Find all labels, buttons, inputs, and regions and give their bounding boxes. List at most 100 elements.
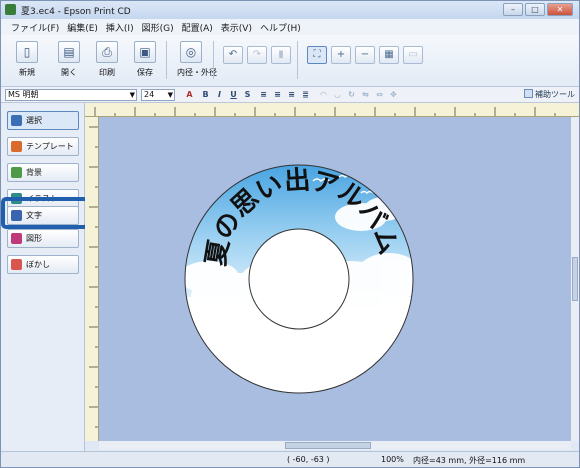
sidebar-item-background[interactable]: 背景: [7, 163, 79, 182]
save-button[interactable]: ▣ 保存: [131, 41, 159, 78]
printer-icon: ⎙: [96, 41, 118, 63]
horizontal-scrollbar[interactable]: [99, 441, 571, 450]
new-button[interactable]: ▯ 新規: [13, 41, 41, 78]
zoom-level: 100%: [381, 455, 404, 464]
open-button[interactable]: ▤ 開く: [55, 41, 83, 78]
template-icon: [11, 141, 22, 152]
chevron-down-icon: ▼: [129, 91, 135, 99]
horizontal-ruler: [85, 103, 579, 117]
font-value: MS 明朝: [8, 90, 39, 99]
background-icon: [11, 167, 22, 178]
vertical-ruler: [85, 117, 99, 441]
status-bar: ( -60, -63 ) 100% 内径=43 mm, 外径=116 mm: [1, 451, 579, 467]
sidebar-item-blur[interactable]: ぼかし: [7, 255, 79, 274]
font-color-icon[interactable]: A: [183, 89, 196, 101]
title-bar: 夏3.ec4 - Epson Print CD – □ ✕: [1, 1, 579, 19]
sidebar-item-label: テンプレート: [26, 142, 74, 151]
font-size-select[interactable]: 24 ▼: [141, 89, 175, 101]
tool-sidebar: 選択 テンプレート 背景 イラスト 文字 図形 ぼかし: [1, 103, 85, 455]
blur-icon: [11, 259, 22, 270]
cd-label-preview[interactable]: 夏の思い出アルバム: [99, 117, 571, 441]
disc-hole: [248, 228, 350, 330]
cursor-coordinates: ( -60, -63 ): [287, 455, 330, 464]
menu-arrange[interactable]: 配置(A): [178, 19, 217, 35]
menu-shape[interactable]: 図形(G): [138, 19, 178, 35]
maximize-button[interactable]: □: [525, 3, 545, 16]
undo-icon[interactable]: ↶: [223, 46, 243, 64]
toolbar-separator: [213, 41, 214, 79]
diameter-button[interactable]: ◎ 内径・外径: [177, 41, 217, 78]
new-label: 新規: [19, 68, 35, 77]
bold-icon[interactable]: B: [199, 89, 212, 101]
align-left-icon[interactable]: ≡: [257, 89, 270, 101]
rotate-icon[interactable]: ↻: [345, 89, 358, 101]
distribute-icon[interactable]: ⇔: [373, 89, 386, 101]
font-size-value: 24: [144, 90, 155, 99]
design-canvas[interactable]: 夏の思い出アルバム: [99, 117, 571, 441]
window-title: 夏3.ec4 - Epson Print CD: [21, 7, 131, 17]
menu-edit[interactable]: 編集(E): [63, 19, 102, 35]
sidebar-item-label: ぼかし: [26, 260, 50, 269]
strike-icon[interactable]: S: [241, 89, 254, 101]
open-label: 開く: [61, 68, 77, 77]
align-right-icon[interactable]: ≡: [285, 89, 298, 101]
print-button[interactable]: ⎙ 印刷: [93, 41, 121, 78]
vertical-scroll-thumb[interactable]: [572, 257, 578, 301]
new-file-icon: ▯: [16, 41, 38, 63]
open-folder-icon: ▤: [58, 41, 80, 63]
window-controls: – □ ✕: [503, 3, 573, 16]
assist-tool-icon: [524, 89, 533, 98]
app-icon: [5, 4, 16, 15]
menu-file[interactable]: ファイル(F): [7, 19, 63, 35]
diameter-label: 内径・外径: [177, 68, 217, 77]
grid-icon[interactable]: ▦: [379, 46, 399, 64]
pointer-icon: [11, 115, 22, 126]
flip-icon[interactable]: ⇋: [359, 89, 372, 101]
sidebar-item-label: 選択: [26, 116, 42, 125]
fit-view-icon[interactable]: ⛶: [307, 46, 327, 64]
sidebar-item-template[interactable]: テンプレート: [7, 137, 79, 156]
delete-icon[interactable]: ▮: [271, 46, 291, 64]
font-select[interactable]: MS 明朝 ▼: [5, 89, 137, 101]
sidebar-item-shape[interactable]: 図形: [7, 229, 79, 248]
sidebar-item-select[interactable]: 選択: [7, 111, 79, 130]
italic-icon[interactable]: I: [213, 89, 226, 101]
text-tool-highlight: [1, 197, 89, 229]
menu-help[interactable]: ヘルプ(H): [256, 19, 305, 35]
arc-text-icon[interactable]: ◠: [317, 89, 330, 101]
underline-icon[interactable]: U: [227, 89, 240, 101]
minimize-button[interactable]: –: [503, 3, 523, 16]
assist-tool-button[interactable]: 補助ツール: [524, 89, 575, 100]
save-icon: ▣: [134, 41, 156, 63]
assist-tool-label: 補助ツール: [535, 90, 575, 99]
disc-size-icon: ◎: [180, 41, 202, 63]
menu-view[interactable]: 表示(V): [217, 19, 256, 35]
print-label: 印刷: [99, 68, 115, 77]
horizontal-scroll-thumb[interactable]: [285, 442, 371, 449]
app-window: 夏3.ec4 - Epson Print CD – □ ✕ ファイル(F) 編集…: [0, 0, 580, 468]
toolbar-separator: [297, 41, 298, 79]
toolbar-separator: [166, 41, 167, 79]
center-icon[interactable]: ✥: [387, 89, 400, 101]
menu-bar: ファイル(F) 編集(E) 挿入(I) 図形(G) 配置(A) 表示(V) ヘル…: [1, 19, 579, 35]
shape-icon: [11, 233, 22, 244]
justify-icon[interactable]: ≣: [299, 89, 312, 101]
menu-insert[interactable]: 挿入(I): [102, 19, 138, 35]
disc-dimensions: 内径=43 mm, 外径=116 mm: [413, 456, 526, 465]
sidebar-item-label: 背景: [26, 168, 42, 177]
arc-text-inner-icon[interactable]: ◡: [331, 89, 344, 101]
redo-icon[interactable]: ↷: [247, 46, 267, 64]
zoom-in-icon[interactable]: +: [331, 46, 351, 64]
ruler-ticks: [94, 107, 556, 116]
main-toolbar: ▯ 新規 ▤ 開く ⎙ 印刷 ▣ 保存 ◎ 内径・外径 ↶ ↷ ▮ ⛶ + − …: [1, 35, 579, 87]
format-toolbar: MS 明朝 ▼ 24 ▼ A B I U S ≡ ≡ ≡ ≣ ◠ ◡ ↻ ⇋ ⇔…: [1, 87, 579, 103]
ruler-ticks: [89, 126, 98, 428]
close-button[interactable]: ✕: [547, 3, 573, 16]
save-label: 保存: [137, 68, 153, 77]
align-center-icon[interactable]: ≡: [271, 89, 284, 101]
sidebar-item-label: 図形: [26, 234, 42, 243]
chevron-down-icon: ▼: [167, 91, 173, 99]
layout-icon[interactable]: ▭: [403, 46, 423, 64]
zoom-out-icon[interactable]: −: [355, 46, 375, 64]
vertical-scrollbar[interactable]: [571, 117, 579, 441]
